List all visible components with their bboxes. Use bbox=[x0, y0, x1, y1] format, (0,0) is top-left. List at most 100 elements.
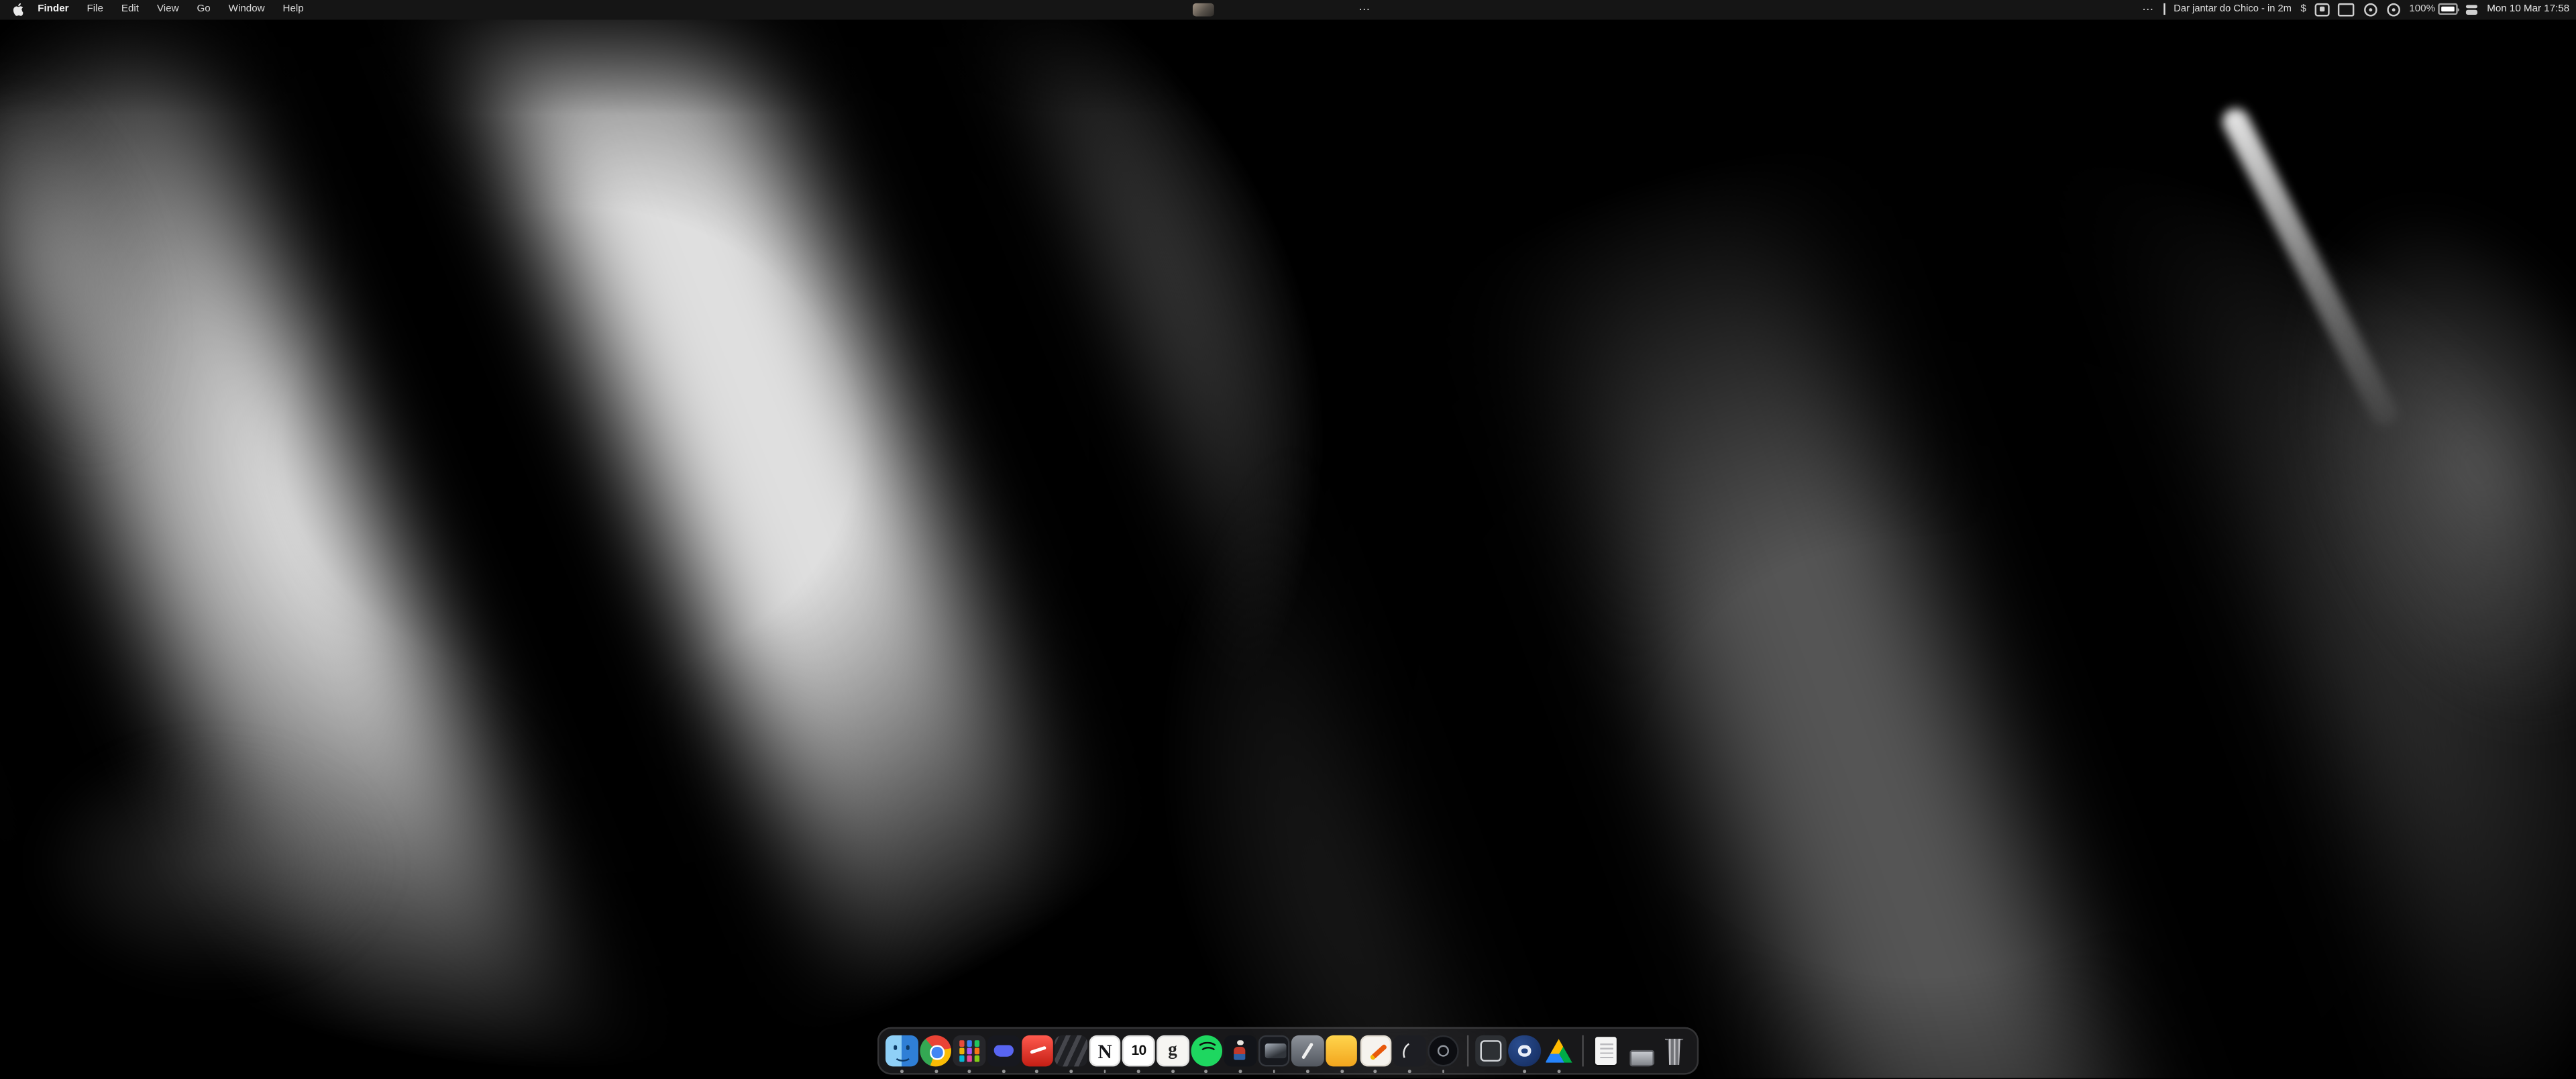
calendar-event-item[interactable]: Dar jantar do Chico - in 2m bbox=[2174, 5, 2292, 15]
running-indicator bbox=[934, 1070, 937, 1072]
finder-icon bbox=[886, 1035, 918, 1068]
dock-document[interactable] bbox=[1590, 1035, 1623, 1068]
running-indicator bbox=[1239, 1070, 1242, 1072]
onepassword-icon bbox=[1509, 1035, 1541, 1068]
status-separator bbox=[2163, 4, 2165, 15]
dark-arc-app-icon bbox=[1393, 1035, 1426, 1068]
dock-notioncal[interactable]: 10 bbox=[1122, 1035, 1155, 1068]
running-indicator bbox=[1273, 1070, 1275, 1072]
menu-bar-left: FinderFileEditViewGoWindowHelp bbox=[0, 0, 313, 19]
desktop-wallpaper bbox=[0, 0, 2576, 1078]
running-indicator bbox=[1205, 1070, 1208, 1072]
running-indicator bbox=[1137, 1070, 1140, 1072]
dock-spotify[interactable] bbox=[1190, 1035, 1223, 1068]
running-indicator bbox=[1036, 1070, 1038, 1072]
dollar-menu-icon[interactable]: $ bbox=[2300, 4, 2306, 15]
dock-pencil[interactable] bbox=[1359, 1035, 1392, 1068]
running-indicator bbox=[900, 1070, 903, 1072]
dock-discord[interactable] bbox=[987, 1035, 1020, 1068]
dock-yellow[interactable] bbox=[1326, 1035, 1358, 1068]
figure-app-icon bbox=[1224, 1035, 1256, 1068]
dock-tv[interactable] bbox=[1258, 1035, 1291, 1068]
display-icon[interactable] bbox=[2338, 3, 2354, 16]
running-indicator bbox=[1523, 1070, 1526, 1072]
running-indicator bbox=[1557, 1070, 1560, 1072]
running-indicator bbox=[1408, 1070, 1411, 1072]
document-file-icon bbox=[1591, 1035, 1623, 1068]
app-menus: FinderFileEditViewGoWindowHelp bbox=[29, 0, 313, 19]
dock-ring[interactable] bbox=[1427, 1035, 1460, 1068]
trash-bin-icon bbox=[1658, 1035, 1690, 1068]
apple-menu-icon[interactable] bbox=[13, 3, 24, 16]
dock-frame[interactable] bbox=[1474, 1035, 1507, 1068]
dock-layers[interactable] bbox=[1055, 1035, 1087, 1068]
running-indicator bbox=[1442, 1070, 1444, 1072]
dock-onepassword[interactable] bbox=[1509, 1035, 1542, 1068]
ring-app-icon bbox=[1428, 1035, 1460, 1068]
google-drive-icon bbox=[1543, 1035, 1575, 1068]
wallpaper-blob-bottom-left bbox=[33, 739, 394, 986]
menubar-overflow-icon[interactable]: ⋯ bbox=[1358, 0, 1371, 19]
running-indicator bbox=[1307, 1070, 1309, 1072]
granola-glyph: g bbox=[1168, 1042, 1177, 1060]
notion-glyph: N bbox=[1097, 1041, 1112, 1061]
dock-darkapp[interactable] bbox=[1393, 1035, 1426, 1068]
app-square-icon[interactable] bbox=[2315, 3, 2329, 17]
control-center-icon[interactable] bbox=[2467, 4, 2478, 15]
menu-bar: FinderFileEditViewGoWindowHelp ⋯ ⋯ Dar j… bbox=[0, 0, 2576, 19]
frame-app-icon bbox=[1475, 1035, 1507, 1068]
dock-colorful[interactable] bbox=[953, 1035, 986, 1068]
running-indicator bbox=[1340, 1070, 1343, 1072]
running-indicator bbox=[1002, 1070, 1005, 1072]
dock: N 10 g bbox=[877, 1028, 1699, 1074]
chrome-browser-icon bbox=[920, 1035, 952, 1068]
dock-chrome[interactable] bbox=[919, 1035, 952, 1068]
dock-granola[interactable]: g bbox=[1156, 1035, 1189, 1068]
running-indicator bbox=[1069, 1070, 1072, 1072]
discord-icon bbox=[987, 1035, 1020, 1068]
globe-icon[interactable] bbox=[2386, 3, 2400, 17]
running-indicator bbox=[968, 1070, 971, 1072]
dock-drive[interactable] bbox=[1542, 1035, 1575, 1068]
menu-file[interactable]: File bbox=[78, 3, 112, 15]
battery-icon bbox=[2438, 4, 2457, 15]
menu-finder[interactable]: Finder bbox=[29, 3, 78, 15]
menu-view[interactable]: View bbox=[148, 3, 188, 15]
status-ellipsis-icon[interactable]: ⋯ bbox=[2142, 3, 2154, 16]
notion-icon: N bbox=[1089, 1035, 1121, 1068]
notioncal-glyph: 10 bbox=[1132, 1044, 1146, 1058]
dock-separator bbox=[1582, 1035, 1583, 1067]
striped-dark-app-icon bbox=[1055, 1035, 1087, 1068]
red-app-icon bbox=[1021, 1035, 1053, 1068]
running-indicator bbox=[1374, 1070, 1377, 1072]
screen-app-icon bbox=[1258, 1035, 1290, 1068]
colorful-grid-app-icon bbox=[953, 1035, 985, 1068]
dock-trash[interactable] bbox=[1658, 1035, 1690, 1068]
pencil-app-icon bbox=[1360, 1035, 1392, 1068]
yellow-app-icon bbox=[1326, 1035, 1358, 1068]
menu-help[interactable]: Help bbox=[274, 3, 313, 15]
menu-bar-status: ⋯ Dar jantar do Chico - in 2m $ 100% Mon… bbox=[2142, 0, 2569, 19]
minimized-window-icon bbox=[1624, 1035, 1656, 1068]
battery-indicator[interactable]: 100% bbox=[2409, 4, 2457, 15]
dock-finder[interactable] bbox=[885, 1035, 918, 1068]
g-notes-app-icon: g bbox=[1157, 1035, 1189, 1068]
battery-percent: 100% bbox=[2409, 4, 2435, 15]
record-icon[interactable] bbox=[2363, 3, 2377, 17]
dock-separator bbox=[1466, 1035, 1468, 1067]
gray-app-icon bbox=[1292, 1035, 1324, 1068]
dock-minwindow[interactable] bbox=[1624, 1035, 1657, 1068]
menubar-widget-icon[interactable] bbox=[1193, 3, 1214, 16]
menu-go[interactable]: Go bbox=[188, 3, 219, 15]
dock-notion[interactable]: N bbox=[1089, 1035, 1122, 1068]
calendar-day-icon: 10 bbox=[1123, 1035, 1155, 1068]
desktop: FinderFileEditViewGoWindowHelp ⋯ ⋯ Dar j… bbox=[0, 0, 2576, 1078]
dock-figure[interactable] bbox=[1224, 1035, 1256, 1068]
running-indicator bbox=[1171, 1070, 1174, 1072]
menu-window[interactable]: Window bbox=[219, 3, 274, 15]
running-indicator bbox=[1104, 1070, 1106, 1072]
dock-gray[interactable] bbox=[1291, 1035, 1324, 1068]
menu-edit[interactable]: Edit bbox=[112, 3, 148, 15]
menubar-clock[interactable]: Mon 10 Mar 17:58 bbox=[2487, 4, 2569, 15]
dock-red[interactable] bbox=[1021, 1035, 1054, 1068]
